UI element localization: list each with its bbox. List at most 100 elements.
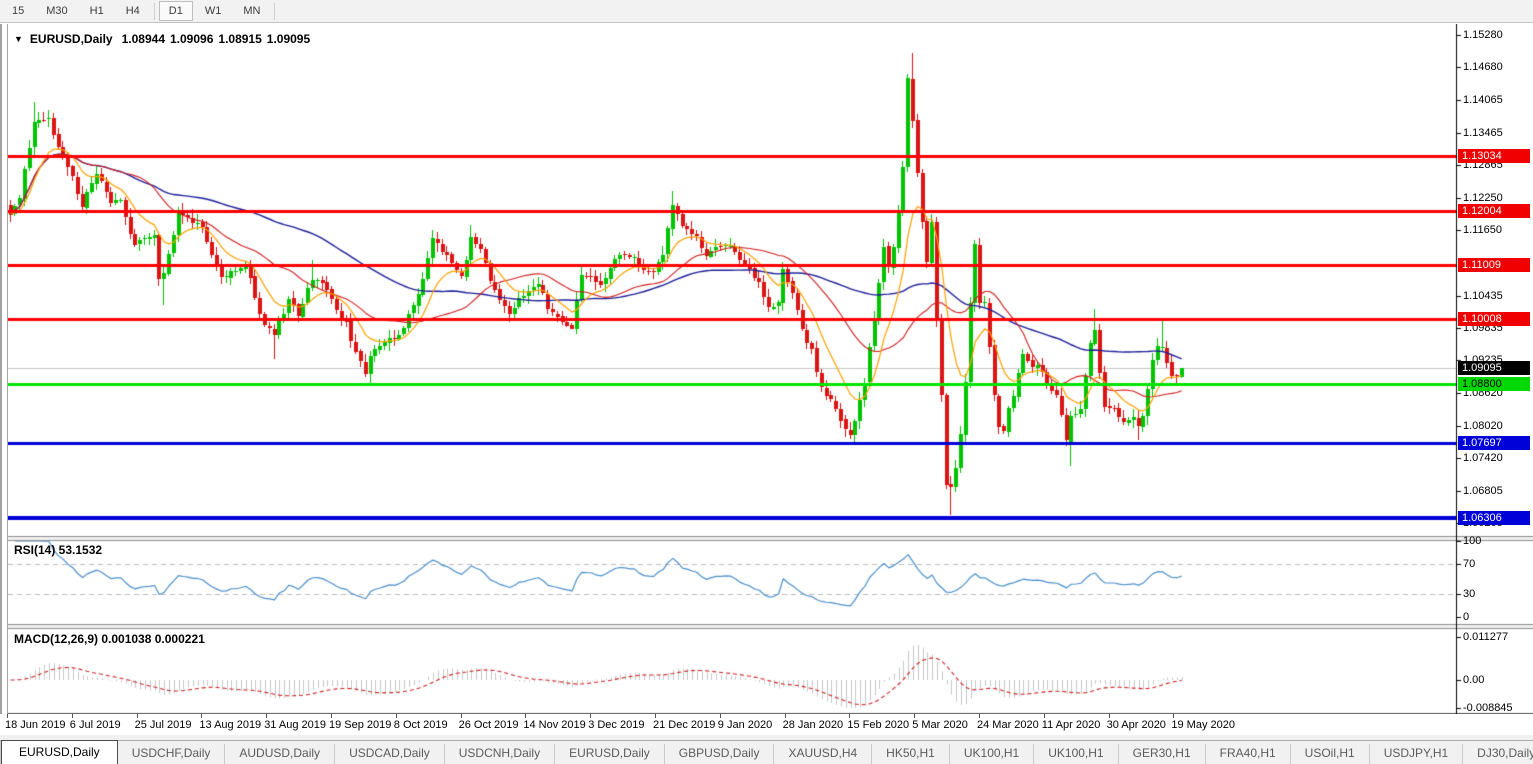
price-axis-tick: 1.13465 <box>1463 126 1503 139</box>
chart-title: ▼ EURUSD,Daily 1.08944 1.09096 1.08915 1.0909… <box>14 32 315 46</box>
date-tick <box>7 714 8 718</box>
timeframe-button-h1[interactable]: H1 <box>80 1 114 21</box>
date-tick <box>914 714 916 718</box>
chart-tab-ger30-h1[interactable]: GER30,H1 <box>1119 744 1206 764</box>
date-label: 19 Sep 2019 <box>329 719 392 731</box>
macd-indicator-label: MACD(12,26,9) 0.001038 0.000221 <box>14 632 205 646</box>
price-badge-1.10008: 1.10008 <box>1458 311 1530 326</box>
chart-tab-usdcad-daily[interactable]: USDCAD,Daily <box>335 744 445 764</box>
date-tick <box>460 714 462 718</box>
price-badge-1.09095: 1.09095 <box>1458 360 1530 375</box>
chart-tab-usoil-h1[interactable]: USOil,H1 <box>1291 744 1370 764</box>
price-chart-canvas[interactable] <box>0 24 1533 714</box>
date-tick <box>1173 714 1175 718</box>
ohlc-high: 1.09096 <box>170 32 214 46</box>
date-tick <box>71 714 73 718</box>
timeframe-button-mn[interactable]: MN <box>233 1 270 21</box>
macd-axis-tick: 0.011277 <box>1463 631 1509 644</box>
date-label: 28 Jan 2020 <box>782 719 844 731</box>
chart-tab-fra40-h1[interactable]: FRA40,H1 <box>1206 744 1291 764</box>
price-axis-tick: 1.14065 <box>1463 94 1503 107</box>
date-tick <box>525 714 527 718</box>
chart-tab-audusd-daily[interactable]: AUDUSD,Daily <box>225 744 336 764</box>
date-label: 30 Apr 2020 <box>1106 719 1166 731</box>
date-label: 13 Aug 2019 <box>199 719 262 731</box>
date-tick <box>1043 714 1045 718</box>
price-badge-1.12004: 1.12004 <box>1458 204 1530 219</box>
date-tick <box>331 714 332 718</box>
date-tick <box>784 714 786 718</box>
chart-tab-eurusd-daily[interactable]: EURUSD,Daily <box>555 744 665 764</box>
price-axis-tick: 1.14680 <box>1463 61 1503 74</box>
macd-axis-tick: -0.008845 <box>1463 702 1513 714</box>
price-axis-tick: 1.07420 <box>1463 452 1503 465</box>
date-tick <box>719 714 721 718</box>
toolbar-separator <box>274 2 276 20</box>
ohlc-low: 1.08915 <box>218 32 262 46</box>
chart-window: ▼ EURUSD,Daily 1.08944 1.09096 1.08915 1.0909… <box>0 24 1533 740</box>
rsi-indicator-label: RSI(14) 53.1532 <box>14 543 103 557</box>
ohlc-close: 1.09095 <box>266 32 311 46</box>
date-label: 18 Jun 2019 <box>5 719 66 731</box>
chart-tab-uk100-h1[interactable]: UK100,H1 <box>1034 744 1119 764</box>
timeframe-button-15[interactable]: 15 <box>2 1 34 21</box>
price-axis-tick: 1.06805 <box>1463 485 1503 498</box>
chart-tab-uk100-h1[interactable]: UK100,H1 <box>950 744 1035 764</box>
chart-menu-arrow-icon[interactable]: ▼ <box>14 34 23 44</box>
date-label: 31 Aug 2019 <box>264 719 326 731</box>
date-label: 8 Oct 2019 <box>393 719 448 731</box>
timeframe-toolbar: 15 M30 H1 H4 D1 W1 MN <box>0 0 1533 23</box>
rsi-axis-tick: 100 <box>1463 535 1482 547</box>
price-axis-tick: 1.08020 <box>1463 419 1503 432</box>
price-axis-tick: 1.12250 <box>1463 192 1503 205</box>
date-label: 19 May 2020 <box>1171 719 1235 731</box>
date-label: 15 Feb 2020 <box>847 719 910 731</box>
date-label: 14 Nov 2019 <box>523 719 586 731</box>
price-axis-tick: 1.11650 <box>1463 224 1502 237</box>
timeframe-button-m30[interactable]: M30 <box>36 1 77 21</box>
date-tick <box>1108 714 1110 718</box>
date-label: 24 Mar 2020 <box>977 719 1039 731</box>
date-label: 26 Oct 2019 <box>458 719 519 731</box>
date-tick <box>395 714 397 718</box>
date-tick <box>201 714 203 718</box>
price-axis-tick: 1.15280 <box>1463 29 1503 41</box>
macd-axis-tick: 0.00 <box>1463 674 1485 686</box>
price-badge-1.13034: 1.13034 <box>1458 148 1530 163</box>
price-badge-1.08800: 1.08800 <box>1458 376 1530 391</box>
date-tick <box>136 714 138 718</box>
date-label: 21 Dec 2019 <box>653 719 716 731</box>
rsi-axis-tick: 30 <box>1463 588 1476 601</box>
chart-tab-usdchf-daily[interactable]: USDCHF,Daily <box>118 744 226 764</box>
chart-symbol-label: EURUSD,Daily <box>29 32 113 46</box>
date-label: 9 Jan 2020 <box>717 719 773 731</box>
rsi-axis-tick: 70 <box>1463 557 1476 570</box>
price-badge-1.11009: 1.11009 <box>1458 257 1530 272</box>
price-badge-1.07697: 1.07697 <box>1458 436 1530 451</box>
chart-tab-bar: EURUSD,Daily USDCHF,Daily AUDUSD,Daily USDC… <box>0 740 1533 764</box>
date-label: 3 Dec 2019 <box>588 719 645 731</box>
date-tick <box>590 714 592 718</box>
date-label: 6 Jul 2019 <box>69 719 121 731</box>
date-tick <box>979 714 980 718</box>
date-tick <box>266 714 268 718</box>
date-axis: 18 Jun 2019 6 Jul 2019 25 Jul 2019 13 Aug 2… <box>0 714 1533 740</box>
date-tick <box>849 714 851 718</box>
ohlc-open: 1.08944 <box>121 32 165 46</box>
timeframe-button-h4[interactable]: H4 <box>116 1 150 21</box>
timeframe-button-w1[interactable]: W1 <box>195 1 232 21</box>
date-label: 5 Mar 2020 <box>912 719 968 731</box>
chart-tab-usdcnh-daily[interactable]: USDCNH,Daily <box>445 744 556 764</box>
chart-tab-usdjpy-h1[interactable]: USDJPY,H1 <box>1370 744 1464 764</box>
chart-tab-dj30-daily[interactable]: DJ30,Daily <box>1463 744 1533 764</box>
chart-tab-gbpusd-daily[interactable]: GBPUSD,Daily <box>665 744 775 764</box>
chart-tab-xauusd-h4[interactable]: XAUUSD,H4 <box>774 744 873 764</box>
price-badge-1.06306: 1.06306 <box>1458 510 1530 525</box>
timeframe-button-d1[interactable]: D1 <box>158 1 193 21</box>
toolbar-separator <box>153 2 155 20</box>
rsi-axis-tick: 0 <box>1463 611 1470 623</box>
chart-tab-hk50-h1[interactable]: HK50,H1 <box>872 744 950 764</box>
date-label: 25 Jul 2019 <box>134 719 192 731</box>
date-label: 11 Apr 2020 <box>1041 719 1101 731</box>
chart-tab-eurusd-daily[interactable]: EURUSD,Daily <box>1 740 118 764</box>
